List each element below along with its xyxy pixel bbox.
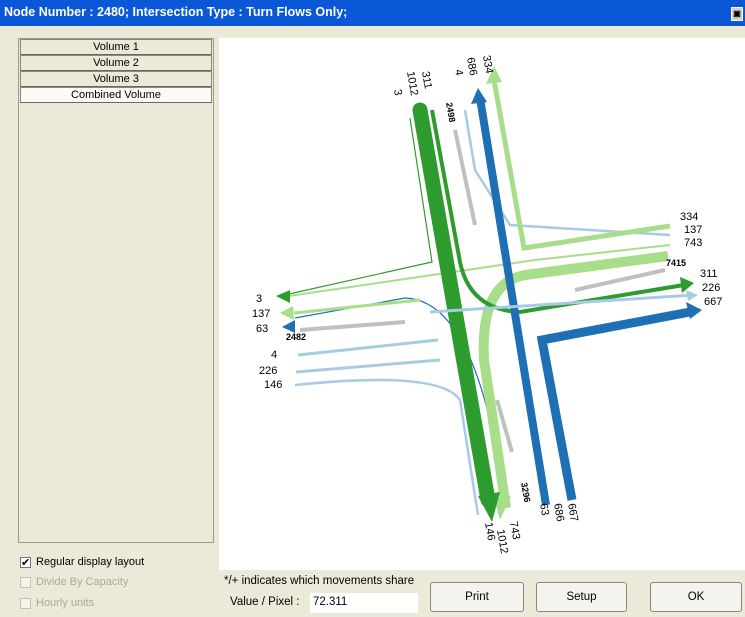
volume-tab-panel: Volume 1 Volume 2 Volume 3 Combined Volu… — [18, 38, 214, 543]
west-center-divider — [299, 320, 406, 332]
value-per-pixel-field[interactable]: 72.311 — [310, 593, 418, 613]
north-out-686: 686 — [464, 56, 479, 76]
flow-west-out-137 — [293, 298, 421, 315]
south-in-63: 63 — [537, 502, 551, 516]
east-center-divider — [574, 268, 666, 292]
hourly-units-option: Hourly units — [20, 597, 94, 609]
flow-east-to-north-334 — [491, 79, 671, 251]
tab-combined-volume[interactable]: Combined Volume — [20, 87, 212, 103]
title-bar: Node Number : 2480; Intersection Type : … — [0, 0, 745, 26]
west-in-226: 226 — [259, 365, 277, 377]
arrowhead-west-137 — [280, 306, 294, 320]
south-out-1012: 1012 — [494, 528, 510, 554]
node-label-east: 7415 — [666, 258, 686, 268]
north-in-311: 311 — [419, 70, 434, 89]
node-label-north: 2498 — [444, 102, 457, 123]
north-in-3: 3 — [391, 88, 404, 96]
arrowhead-west-3 — [276, 290, 290, 303]
tab-volume-3[interactable]: Volume 3 — [20, 71, 212, 87]
flow-west-226 — [295, 358, 441, 374]
regular-layout-option[interactable]: ✔ Regular display layout — [20, 556, 144, 568]
east-out-226: 226 — [702, 282, 720, 294]
north-out-334: 334 — [480, 54, 495, 74]
value-per-pixel-label: Value / Pixel : — [230, 596, 300, 608]
west-out-63: 63 — [256, 323, 268, 335]
south-in-686: 686 — [551, 502, 566, 522]
flow-south-to-east-667 — [536, 307, 691, 501]
intersection-diagram-canvas: 2498 7415 2482 3296 1012 311 3 686 4 334… — [219, 38, 745, 570]
intersection-diagram: 2498 7415 2482 3296 1012 311 3 686 4 334… — [252, 54, 722, 554]
hourly-units-checkbox — [20, 597, 31, 609]
south-in-667: 667 — [565, 502, 580, 522]
divide-by-capacity-checkbox — [20, 576, 31, 588]
arrowhead-north-686 — [471, 88, 487, 104]
window-menu-icon[interactable]: ▣ — [731, 7, 743, 21]
shared-movements-note: */+ indicates which movements share — [224, 575, 415, 587]
north-center-divider — [453, 129, 477, 226]
divide-by-capacity-label: Divide By Capacity — [36, 576, 129, 588]
center-divider-lines — [299, 129, 666, 453]
west-in-146: 146 — [264, 379, 282, 391]
setup-button[interactable]: Setup — [536, 582, 627, 612]
flow-east-to-west-137 — [281, 244, 671, 298]
divide-by-capacity-option: Divide By Capacity — [20, 576, 128, 588]
east-in-137: 137 — [684, 224, 702, 236]
window-title: Node Number : 2480; Intersection Type : … — [4, 5, 348, 19]
east-out-311: 311 — [700, 268, 718, 280]
print-button[interactable]: Print — [430, 582, 524, 612]
tab-volume-2[interactable]: Volume 2 — [20, 55, 212, 71]
flow-north-to-west-3 — [279, 117, 433, 297]
flow-east-out-226 — [429, 293, 695, 314]
north-in-1012: 1012 — [404, 70, 420, 96]
flow-west-4 — [297, 338, 439, 357]
flow-west-to-south-146 — [294, 378, 480, 516]
west-out-137: 137 — [252, 308, 270, 320]
hourly-units-label: Hourly units — [36, 597, 95, 609]
north-out-4: 4 — [452, 68, 465, 76]
west-in-4: 4 — [271, 349, 277, 361]
ok-button[interactable]: OK — [650, 582, 742, 612]
tab-volume-1[interactable]: Volume 1 — [20, 39, 212, 55]
east-in-743: 743 — [684, 237, 702, 249]
east-in-334: 334 — [680, 211, 698, 223]
west-out-3: 3 — [256, 293, 262, 305]
regular-layout-checkbox[interactable]: ✔ — [20, 556, 31, 568]
east-out-667: 667 — [704, 296, 722, 308]
node-label-west: 2482 — [286, 332, 306, 342]
node-label-south: 3296 — [519, 482, 532, 503]
regular-layout-label: Regular display layout — [36, 556, 145, 568]
south-out-743: 743 — [507, 520, 522, 540]
arrowhead-east-226 — [686, 290, 698, 301]
